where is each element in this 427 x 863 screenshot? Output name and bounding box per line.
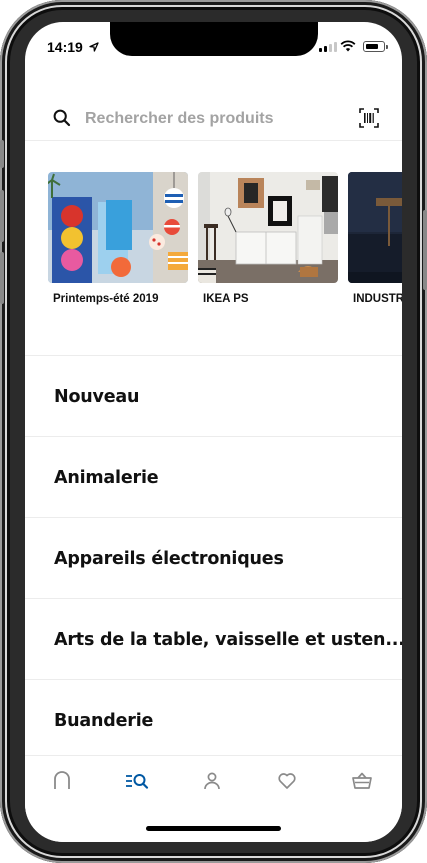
collection-label: Printemps-été 2019 xyxy=(53,293,159,305)
nav-profile[interactable] xyxy=(192,766,232,796)
phone-frame: 14:19 Rechercher des produits Printemps-… xyxy=(0,0,427,863)
location-arrow-icon xyxy=(89,42,99,52)
nav-home[interactable] xyxy=(42,766,82,796)
nav-basket[interactable] xyxy=(342,766,382,796)
phone-side-button xyxy=(0,252,4,304)
status-time: 14:19 xyxy=(47,39,83,55)
notch xyxy=(110,22,318,56)
search-bar[interactable] xyxy=(25,98,402,140)
collection-card-ikea-ps[interactable]: IKEA PS xyxy=(198,172,338,305)
nav-favourites[interactable] xyxy=(267,766,307,796)
collection-label: IKEA PS xyxy=(203,293,249,305)
basket-icon[interactable] xyxy=(351,771,373,791)
cellular-signal-icon xyxy=(319,41,337,52)
category-item-arts-de-la-table[interactable]: Arts de la table, vaisselle et usten... xyxy=(25,598,402,679)
collection-card-spring-summer[interactable]: Printemps-été 2019 xyxy=(48,172,188,305)
category-label: Buanderie xyxy=(54,711,154,731)
nav-browse[interactable] xyxy=(117,766,157,796)
home-icon[interactable] xyxy=(52,771,72,791)
phone-side-button xyxy=(423,210,427,290)
phone-side-button xyxy=(0,190,4,242)
battery-icon xyxy=(363,41,388,52)
category-item-nouveau[interactable]: Nouveau xyxy=(25,355,402,436)
search-icon[interactable] xyxy=(52,108,72,128)
collection-image-ikea-ps xyxy=(198,172,338,283)
category-item-appareils-electroniques[interactable]: Appareils électroniques xyxy=(25,517,402,598)
wifi-icon xyxy=(340,40,356,52)
divider xyxy=(25,140,402,141)
collection-image-spring-summer xyxy=(48,172,188,283)
category-label: Arts de la table, vaisselle et usten... xyxy=(54,630,402,650)
category-label: Appareils électroniques xyxy=(54,549,284,569)
category-item-animalerie[interactable]: Animalerie xyxy=(25,436,402,517)
browse-search-icon[interactable] xyxy=(124,771,150,791)
category-list: Nouveau Animalerie Appareils électroniqu… xyxy=(25,355,402,760)
profile-icon[interactable] xyxy=(202,771,222,791)
app-screen: 14:19 Rechercher des produits Printemps-… xyxy=(25,22,402,842)
collection-label: INDUSTRIELL xyxy=(353,293,402,305)
heart-icon[interactable] xyxy=(277,771,297,791)
collection-image-industriell xyxy=(348,172,402,283)
category-item-buanderie[interactable]: Buanderie xyxy=(25,679,402,760)
collections-carousel[interactable]: Printemps-été 2019 IKEA PS INDUSTR xyxy=(48,172,402,322)
category-label: Nouveau xyxy=(54,387,140,407)
collection-card-industriell[interactable]: INDUSTRIELL xyxy=(348,172,402,305)
battery-level xyxy=(365,43,379,49)
phone-side-button xyxy=(0,140,4,168)
search-input[interactable] xyxy=(85,104,355,134)
category-label: Animalerie xyxy=(54,468,159,488)
barcode-scanner-icon[interactable] xyxy=(359,108,379,128)
home-indicator xyxy=(146,826,281,831)
